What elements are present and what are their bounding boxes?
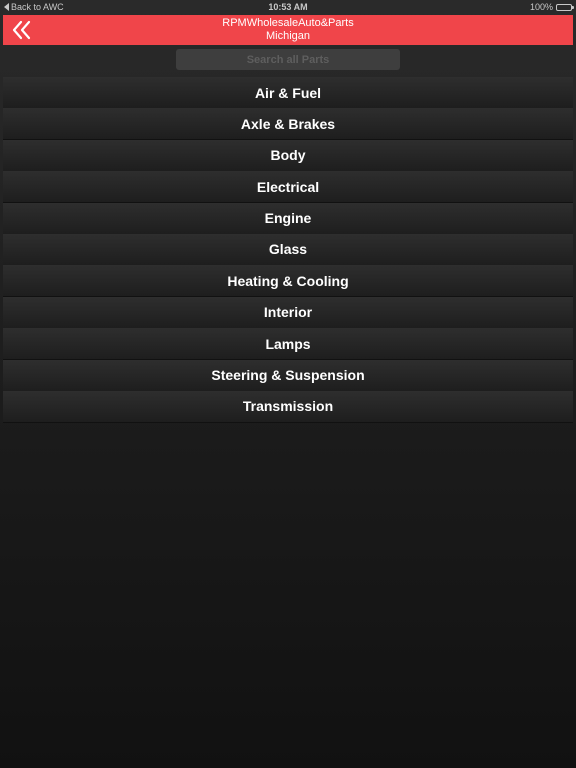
page-title-line2: Michigan [265, 30, 311, 42]
page-title: RPMWholesaleAuto&Parts Michigan [3, 17, 573, 43]
category-item-interior[interactable]: Interior [3, 296, 573, 328]
search-input[interactable] [176, 49, 400, 70]
category-item-transmission[interactable]: Transmission [3, 390, 573, 422]
category-item-air-fuel[interactable]: Air & Fuel [3, 77, 573, 108]
category-item-axle-brakes[interactable]: Axle & Brakes [3, 108, 573, 140]
battery-percent: 100% [529, 2, 553, 12]
category-item-body[interactable]: Body [3, 139, 573, 171]
category-item-electrical[interactable]: Electrical [3, 171, 573, 203]
page-title-line1: RPMWholesaleAuto&Parts [222, 17, 354, 29]
status-time: 10:53 AM [268, 2, 308, 12]
category-item-steering-suspension[interactable]: Steering & Suspension [3, 359, 573, 391]
battery-status: 100% [529, 2, 574, 12]
battery-icon [556, 3, 574, 11]
category-item-lamps[interactable]: Lamps [3, 328, 573, 360]
category-item-engine[interactable]: Engine [3, 202, 573, 234]
category-list: Air & Fuel Axle & Brakes Body Electrical… [3, 77, 573, 422]
app-header: RPMWholesaleAuto&Parts Michigan [3, 15, 573, 45]
category-item-glass[interactable]: Glass [3, 233, 573, 265]
status-bar: Back to AWC 10:53 AM 100% [0, 0, 576, 14]
category-item-heating-cooling[interactable]: Heating & Cooling [3, 265, 573, 297]
